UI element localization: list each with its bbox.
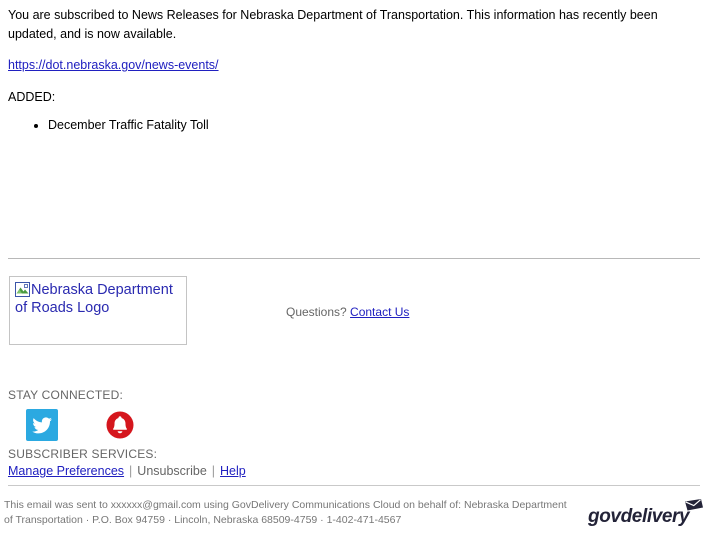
list-item: December Traffic Fatality Toll — [48, 116, 696, 134]
govdelivery-logo: govdelivery — [588, 498, 704, 528]
footer-divider-bottom — [8, 485, 700, 486]
broken-image-icon — [15, 282, 30, 297]
manage-preferences-link[interactable]: Manage Preferences — [8, 464, 124, 478]
email-body: You are subscribed to News Releases for … — [8, 6, 696, 134]
social-icons-row — [8, 409, 135, 441]
broken-image-alt-text: Nebraska Department of Roads Logo — [15, 281, 182, 317]
contact-us-link[interactable]: Contact Us — [350, 305, 409, 319]
twitter-icon — [26, 409, 58, 445]
logo-alt-label: Nebraska Department of Roads Logo — [15, 282, 173, 316]
notifications-link[interactable] — [105, 410, 135, 440]
envelope-icon — [684, 498, 704, 519]
subscriber-services-section: SUBSCRIBER SERVICES: Manage Preferences |… — [8, 447, 246, 478]
questions-label: Questions? — [286, 305, 347, 319]
news-link-row: https://dot.nebraska.gov/news-events/ — [8, 56, 696, 74]
news-events-link[interactable]: https://dot.nebraska.gov/news-events/ — [8, 58, 219, 72]
unsubscribe-link[interactable]: Unsubscribe — [137, 464, 206, 478]
stay-connected-label: STAY CONNECTED: — [8, 388, 124, 402]
footer-divider-top — [8, 258, 700, 259]
bell-icon — [105, 411, 135, 444]
help-link[interactable]: Help — [220, 464, 246, 478]
govdelivery-wordmark: govdelivery — [588, 506, 690, 527]
subscriber-services-label: SUBSCRIBER SERVICES: — [8, 447, 158, 461]
nebraska-dot-logo-placeholder: Nebraska Department of Roads Logo — [9, 276, 187, 345]
added-items-list: December Traffic Fatality Toll — [8, 116, 696, 134]
twitter-link[interactable] — [26, 409, 58, 441]
link-separator: | — [211, 464, 216, 478]
questions-block: Questions? Contact Us — [286, 305, 409, 319]
stay-connected-section: STAY CONNECTED: — [8, 388, 135, 441]
subscriber-services-links: Manage Preferences | Unsubscribe | Help — [8, 464, 246, 478]
link-separator: | — [129, 464, 133, 478]
added-label: ADDED: — [8, 90, 56, 104]
footer-top-section: Nebraska Department of Roads Logo Questi… — [0, 270, 708, 360]
email-disclaimer: This email was sent to xxxxxx@gmail.com … — [4, 499, 567, 526]
intro-paragraph: You are subscribed to News Releases for … — [8, 8, 658, 41]
